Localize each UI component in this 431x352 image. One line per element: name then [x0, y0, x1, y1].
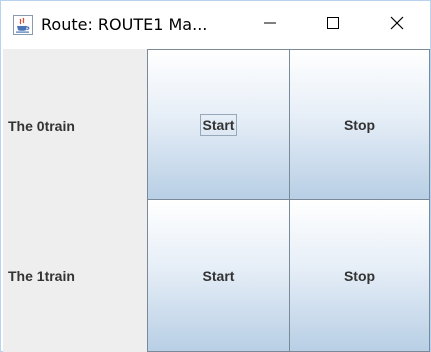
app-window: Route: ROUTE1 Ma... The 0train Start Sto… [0, 0, 431, 352]
close-button[interactable] [371, 1, 423, 49]
content-panel: The 0train Start Stop The 1train Start S… [3, 49, 430, 352]
minimize-button[interactable] [244, 1, 296, 49]
close-icon [390, 16, 404, 35]
train-0-label: The 0train [8, 118, 75, 134]
train-1-stop-button[interactable]: Stop [289, 199, 430, 352]
title-bar[interactable]: Route: ROUTE1 Ma... [1, 1, 430, 49]
window-title: Route: ROUTE1 Ma... [41, 15, 208, 34]
train-1-label: The 1train [8, 268, 75, 284]
train-1-stop-label: Stop [343, 267, 376, 284]
train-0-stop-label: Stop [343, 116, 376, 133]
java-coffee-cup-icon[interactable] [13, 15, 33, 35]
train-1-start-button[interactable]: Start [147, 199, 290, 352]
maximize-icon [327, 16, 339, 34]
minimize-icon [264, 16, 276, 34]
train-0-stop-button[interactable]: Stop [289, 49, 430, 200]
maximize-button[interactable] [307, 1, 359, 49]
train-0-start-label: Start [199, 113, 238, 136]
train-1-start-label: Start [202, 267, 235, 284]
train-0-start-button[interactable]: Start [147, 49, 290, 200]
